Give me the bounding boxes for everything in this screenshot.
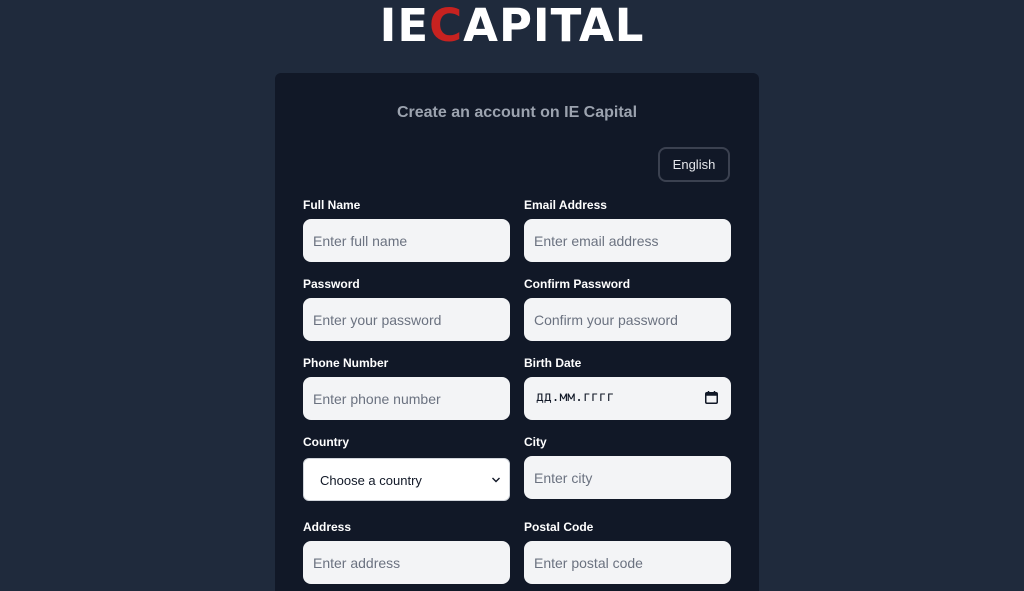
password-label: Password [303,277,360,291]
chevron-down-icon [492,477,500,483]
birth-date-label: Birth Date [524,356,582,370]
form-title: Create an account on IE Capital [396,104,638,121]
country-select[interactable]: Choose a country [303,458,510,501]
full-name-input[interactable] [303,219,510,262]
phone-label: Phone Number [303,356,389,370]
country-label: Country [303,435,349,449]
signup-card: Create an account on IE Capital English … [275,73,759,591]
address-input[interactable] [303,541,510,584]
address-label: Address [303,520,352,534]
phone-input[interactable] [303,377,510,420]
password-input[interactable] [303,298,510,341]
full-name-label: Full Name [303,198,361,212]
language-button[interactable]: English [658,147,730,182]
logo-suffix: APITAL [463,0,645,52]
confirm-password-label: Confirm Password [524,277,631,291]
email-input[interactable] [524,219,731,262]
city-label: City [524,435,547,449]
logo-accent: C [429,0,464,52]
brand-logo: IECAPITAL [0,0,1024,56]
postal-code-input[interactable] [524,541,731,584]
postal-code-label: Postal Code [524,520,594,534]
logo-prefix: IE [379,0,430,52]
calendar-icon[interactable] [705,391,718,404]
birth-date-placeholder: дд.мм.гггг [536,390,615,405]
city-input[interactable] [524,456,731,499]
email-label: Email Address [524,198,607,212]
birth-date-input[interactable]: дд.мм.гггг [524,377,731,420]
confirm-password-input[interactable] [524,298,731,341]
country-select-value: Choose a country [320,473,422,488]
